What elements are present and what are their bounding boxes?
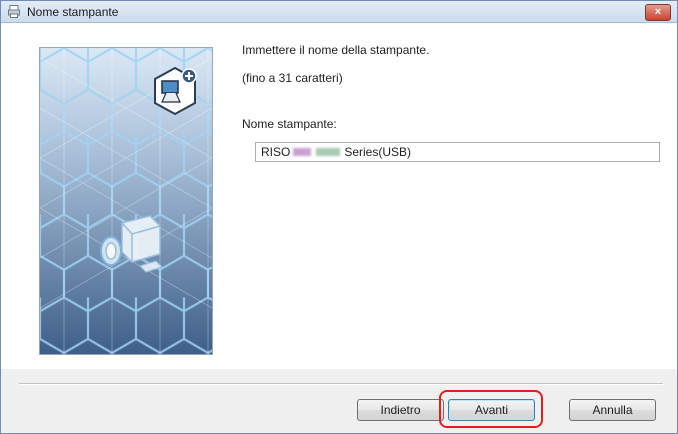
printer-name-prefix: RISO <box>261 145 291 159</box>
back-button[interactable]: Indietro <box>357 399 444 421</box>
window-title: Nome stampante <box>27 5 119 19</box>
redacted-model-part-2 <box>316 148 341 156</box>
character-limit-note: (fino a 31 caratteri) <box>242 71 343 85</box>
next-button-highlight <box>439 390 543 428</box>
dialog-content: Immettere il nome della stampante. (fino… <box>1 23 677 369</box>
title-bar: Nome stampante × <box>1 1 677 23</box>
printer-name-input[interactable]: RISO Series(USB) <box>255 142 660 162</box>
printer-icon <box>8 5 20 18</box>
redacted-model-part-1 <box>293 148 312 156</box>
printer-name-suffix: Series(USB) <box>344 145 412 159</box>
button-separator <box>19 383 663 385</box>
close-button[interactable]: × <box>645 4 671 21</box>
printer-name-label: Nome stampante: <box>242 117 337 131</box>
printer-name-dialog: Nome stampante × Immettere il nome della… <box>0 0 678 434</box>
cancel-button[interactable]: Annulla <box>569 399 656 421</box>
setup-illustration <box>39 47 213 355</box>
instruction-text: Immettere il nome della stampante. <box>242 43 430 57</box>
